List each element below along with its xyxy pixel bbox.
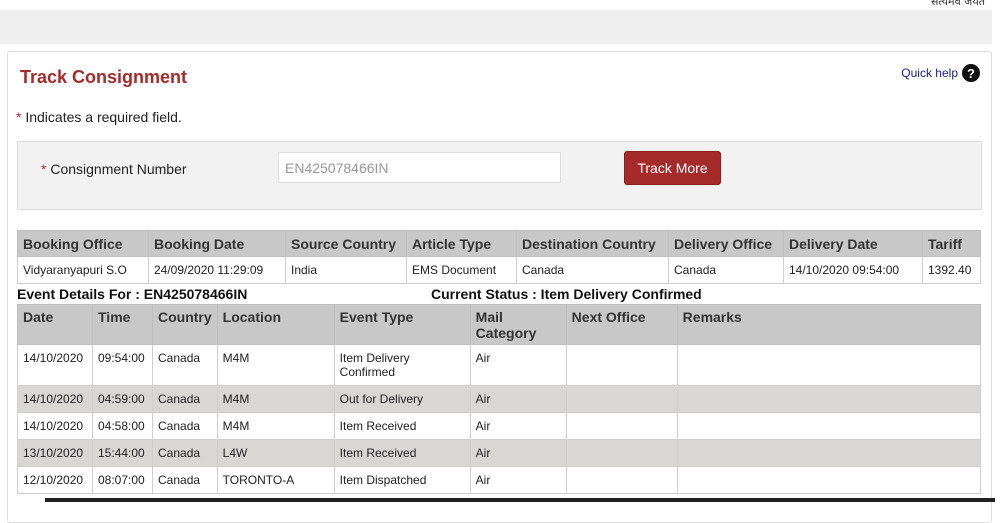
booking-cell: 14/10/2020 09:54:00 <box>783 256 923 284</box>
booking-cell: EMS Document <box>406 256 517 284</box>
event-cell <box>565 412 678 440</box>
event-cell: Item Delivery Confirmed <box>333 344 471 386</box>
event-details-heading: Event Details For : EN425078466IN <box>17 286 248 302</box>
quick-help-link[interactable]: Quick help <box>901 66 958 80</box>
event-cell: 09:54:00 <box>92 344 153 386</box>
event-cell: Air <box>469 385 567 413</box>
consignment-number-input[interactable] <box>278 152 561 183</box>
event-cell: Air <box>469 344 567 386</box>
event-cell: Canada <box>152 344 218 386</box>
event-cell: M4M <box>216 412 335 440</box>
consignment-number-label: * Consignment Number <box>41 161 187 177</box>
event-cell <box>565 466 678 494</box>
page-title: Track Consignment <box>20 67 188 87</box>
event-col-header: Mail Category <box>469 304 567 345</box>
event-col-header: Country <box>152 304 218 345</box>
booking-cell: Vidyaranyapuri S.O <box>17 256 149 284</box>
booking-header-row: Booking Office Booking Date Source Count… <box>17 230 981 257</box>
booking-col-header: Source Country <box>285 230 407 257</box>
booking-cell: 1392.40 <box>922 256 981 284</box>
booking-col-header: Tariff <box>922 230 981 257</box>
event-cell: 04:58:00 <box>92 412 153 440</box>
event-cell: Air <box>469 439 567 467</box>
event-cell: Canada <box>152 385 218 413</box>
track-consignment-panel: Track Consignment Quick help ? * Indicat… <box>7 51 992 523</box>
event-header-row: Date Time Country Location Event Type Ma… <box>17 304 982 345</box>
event-cell: Air <box>469 466 567 494</box>
event-cell: 14/10/2020 <box>17 412 93 440</box>
booking-row: Vidyaranyapuri S.O 24/09/2020 11:29:09 I… <box>17 256 981 284</box>
event-cell: 15:44:00 <box>92 439 153 467</box>
event-row: 14/10/2020 04:58:00 Canada M4M Item Rece… <box>17 412 982 440</box>
event-cell: Canada <box>152 439 218 467</box>
national-motto: सत्यमेव जयते <box>930 0 985 8</box>
top-band <box>0 10 992 44</box>
booking-col-header: Delivery Date <box>783 230 923 257</box>
required-note: * Indicates a required field. <box>16 109 182 125</box>
event-cell: Item Received <box>333 439 471 467</box>
event-col-header: Remarks <box>676 304 982 345</box>
consignment-number-label-text: Consignment Number <box>50 161 187 177</box>
event-col-header: Event Type <box>333 304 471 345</box>
event-cell: 13/10/2020 <box>17 439 93 467</box>
quick-help: Quick help ? <box>901 64 980 82</box>
event-cell: M4M <box>216 385 335 413</box>
event-cell: Air <box>469 412 567 440</box>
booking-cell: Canada <box>668 256 784 284</box>
event-cell: Canada <box>152 412 218 440</box>
event-col-header: Date <box>17 304 93 345</box>
event-cell: TORONTO-A <box>216 466 335 494</box>
event-cell: Canada <box>152 466 218 494</box>
event-cell <box>676 466 982 494</box>
event-cell: Item Dispatched <box>333 466 471 494</box>
booking-col-header: Booking Date <box>148 230 286 257</box>
event-cell <box>676 412 982 440</box>
event-cell: 08:07:00 <box>92 466 153 494</box>
help-icon[interactable]: ? <box>962 64 980 82</box>
booking-col-header: Booking Office <box>17 230 149 257</box>
booking-table: Booking Office Booking Date Source Count… <box>17 230 981 284</box>
required-star: * <box>41 161 47 177</box>
event-cell: 14/10/2020 <box>17 385 93 413</box>
booking-cell: Canada <box>516 256 669 284</box>
event-row: 12/10/2020 08:07:00 Canada TORONTO-A Ite… <box>17 466 982 494</box>
event-cell <box>565 385 678 413</box>
booking-col-header: Delivery Office <box>668 230 784 257</box>
event-cell: L4W <box>216 439 335 467</box>
booking-cell: 24/09/2020 11:29:09 <box>148 256 286 284</box>
event-cell <box>676 344 982 386</box>
event-col-header: Next Office <box>565 304 678 345</box>
required-note-text: Indicates a required field. <box>21 109 182 125</box>
event-cell: Out for Delivery <box>333 385 471 413</box>
booking-col-header: Article Type <box>406 230 517 257</box>
consignment-form: * Consignment Number Track More <box>17 141 982 210</box>
event-cell: M4M <box>216 344 335 386</box>
event-cell <box>676 385 982 413</box>
event-cell <box>565 344 678 386</box>
booking-cell: India <box>285 256 407 284</box>
event-cell: 12/10/2020 <box>17 466 93 494</box>
event-cell: Item Received <box>333 412 471 440</box>
horizontal-scrollbar[interactable] <box>45 498 995 502</box>
event-row: 14/10/2020 09:54:00 Canada M4M Item Deli… <box>17 344 982 386</box>
track-more-button[interactable]: Track More <box>624 151 721 185</box>
event-cell <box>676 439 982 467</box>
event-col-header: Location <box>216 304 335 345</box>
event-row: 14/10/2020 04:59:00 Canada M4M Out for D… <box>17 385 982 413</box>
booking-col-header: Destination Country <box>516 230 669 257</box>
event-cell: 14/10/2020 <box>17 344 93 386</box>
event-col-header: Time <box>92 304 153 345</box>
event-row: 13/10/2020 15:44:00 Canada L4W Item Rece… <box>17 439 982 467</box>
event-table: Date Time Country Location Event Type Ma… <box>17 304 982 494</box>
event-cell: 04:59:00 <box>92 385 153 413</box>
current-status: Current Status : Item Delivery Confirmed <box>431 286 702 302</box>
event-cell <box>565 439 678 467</box>
